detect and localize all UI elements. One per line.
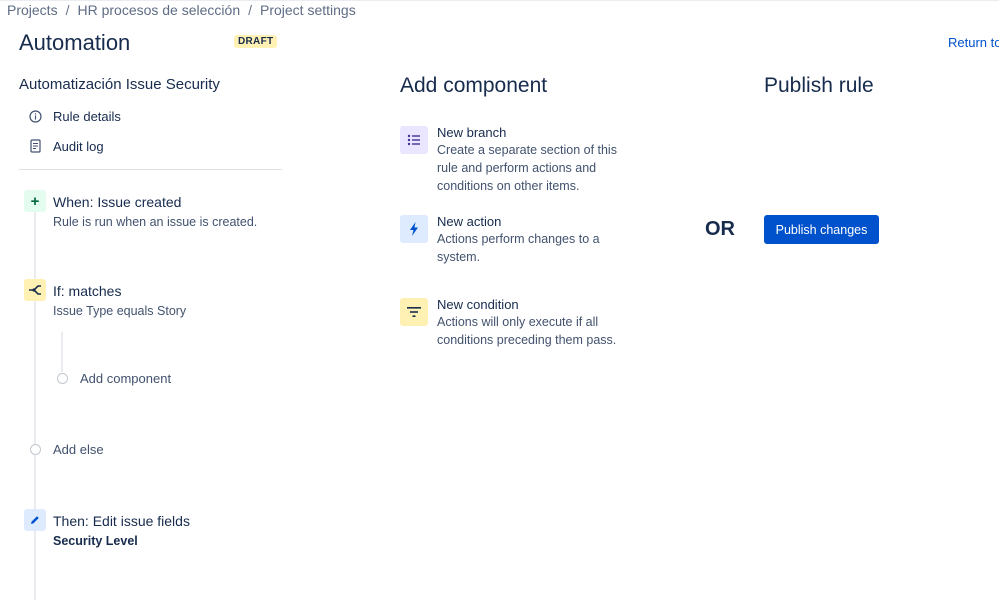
audit-log-link[interactable]: Audit log [27,138,104,154]
rule-name: Automatización Issue Security [19,76,220,93]
action-field: Security Level [53,534,138,548]
draft-badge: DRAFT [234,35,278,48]
breadcrumb-separator: / [65,2,70,18]
page-title: Automation [19,30,131,55]
action-title[interactable]: Then: Edit issue fields [53,513,190,529]
new-action-title[interactable]: New action [437,214,501,229]
lightning-icon [400,215,428,243]
add-component-node [57,373,68,384]
publish-rule-heading: Publish rule [764,74,874,97]
rule-details-link[interactable]: Rule details [27,108,121,124]
new-condition-title[interactable]: New condition [437,297,519,312]
add-else-link[interactable]: Add else [53,442,104,457]
rule-details-label: Rule details [53,108,121,124]
add-component-link[interactable]: Add component [80,371,171,386]
sidebar-divider [19,169,282,170]
trigger-title[interactable]: When: Issue created [53,194,181,210]
breadcrumb-separator: / [248,2,252,18]
condition-description: Issue Type equals Story [53,304,187,318]
trigger-description: Rule is run when an issue is created. [53,215,258,229]
top-divider [0,0,999,1]
info-icon [27,108,43,124]
filter-icon [400,298,428,326]
new-action-description: Actions perform changes to a system. [437,232,600,264]
new-branch-description: Create a separate section of this rule a… [437,143,617,193]
breadcrumb-project[interactable]: HR procesos de selección [77,2,240,18]
timeline-line [34,205,36,600]
return-link[interactable]: Return to [948,35,999,50]
new-branch-title[interactable]: New branch [437,125,506,140]
breadcrumb-project-settings[interactable]: Project settings [260,2,356,18]
new-condition-description: Actions will only execute if all conditi… [437,315,617,347]
condition-title[interactable]: If: matches [53,283,121,299]
pencil-icon [24,509,46,531]
nested-timeline-line [61,332,63,372]
audit-log-label: Audit log [53,138,104,154]
document-icon [27,138,43,154]
breadcrumb: Projects / HR procesos de selección / Projec… [7,2,356,18]
publish-changes-button[interactable]: Publish changes [764,215,879,244]
add-else-node [30,444,41,455]
breadcrumb-projects[interactable]: Projects [7,2,58,18]
list-icon [400,126,428,154]
add-component-heading: Add component [400,74,548,97]
or-separator: OR [705,218,735,240]
condition-branch-icon [24,279,46,301]
plus-icon: + [24,190,46,212]
